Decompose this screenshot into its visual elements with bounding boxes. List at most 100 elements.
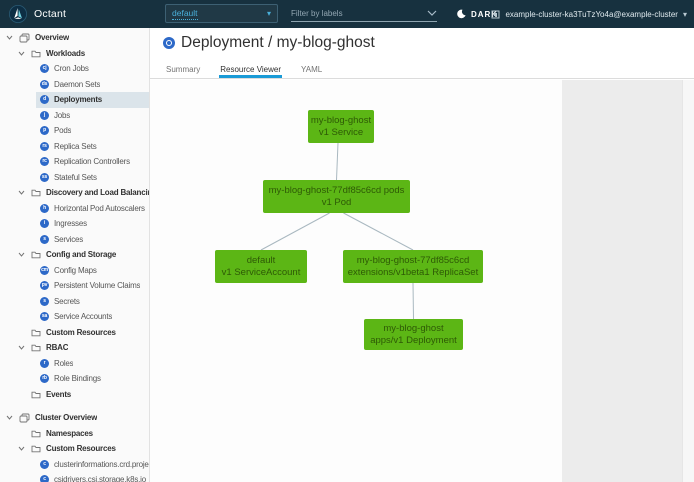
graph-node-replicaset[interactable]: my-blog-ghost-77df85c6cdextensions/v1bet… — [343, 250, 483, 283]
octant-app: Octant default ▾ Filter by labels DARK e… — [0, 0, 694, 482]
sidebar-item-jobs[interactable]: jJobs — [0, 108, 149, 124]
chevron-down-icon — [18, 189, 25, 196]
folder-icon — [31, 188, 41, 197]
sidebar-item-cluster-overview[interactable]: Cluster Overview — [0, 410, 149, 426]
stateful-sets-icon: ss — [40, 173, 49, 182]
graph-node-label-line: v1 ServiceAccount — [215, 267, 307, 279]
jobs-icon: j — [40, 111, 49, 120]
tab-yaml[interactable]: YAML — [300, 65, 323, 78]
graph-node-label-line: apps/v1 Deployment — [364, 335, 463, 347]
sidebar-item-label: Config and Storage — [46, 250, 116, 259]
folder-icon — [31, 343, 41, 352]
role-bindings-icon: rb — [40, 374, 49, 383]
namespace-select[interactable]: default ▾ — [165, 4, 278, 23]
chevron-down-icon — [18, 251, 25, 258]
sidebar-item-label: Replica Sets — [54, 142, 97, 151]
sidebar-item-label: Stateful Sets — [54, 173, 97, 182]
sidebar-item-deployments[interactable]: d Deployments — [0, 92, 149, 108]
cluster-icon — [491, 10, 500, 19]
graph-node-pod[interactable]: my-blog-ghost-77df85c6cd podsv1 Pod — [263, 180, 410, 213]
graph-node-label-line: default — [215, 255, 307, 267]
graph-edge-pod-serviceaccount — [261, 213, 330, 250]
sidebar-item-rbac[interactable]: RBAC — [0, 340, 149, 356]
folder-icon — [31, 250, 41, 259]
sidebar-item-csidrivers-csi-storage-k8s-io[interactable]: ccsidrivers.csi.storage.k8s.io — [0, 472, 149, 482]
sidebar-item-horizontal-pod-autoscalers[interactable]: hHorizontal Pod Autoscalers — [0, 201, 149, 217]
sidebar-item-label: Workloads — [46, 49, 85, 58]
sidebar-item-clusterinformations-crd-projec[interactable]: c clusterinformations.crd.projec — [0, 457, 149, 473]
service-accounts-icon: sa — [40, 312, 49, 321]
sidebar-item-label: Secrets — [54, 297, 80, 306]
deployment-icon — [163, 37, 175, 49]
sidebar-item-config-maps[interactable]: cmConfig Maps — [0, 263, 149, 279]
graph-edge-service-pod — [337, 143, 339, 180]
sidebar-item-label: Pods — [54, 126, 71, 135]
chevron-down-icon — [6, 414, 13, 421]
sidebar-item-label: Custom Resources — [46, 444, 116, 453]
sidebar-item-workloads[interactable]: Workloads — [0, 46, 149, 62]
config-maps-icon: cm — [40, 266, 49, 275]
folder-icon — [31, 250, 41, 259]
graph-node-deployment[interactable]: my-blog-ghostapps/v1 Deployment — [364, 319, 463, 350]
overview-icon — [19, 413, 30, 423]
chevron-down-icon — [18, 445, 25, 452]
sidebar-item-label: Ingresses — [54, 219, 87, 228]
sidebar-item-label: Cluster Overview — [35, 413, 97, 422]
context-selector[interactable]: example-cluster-ka3TuTzYo4a@example-clus… — [491, 0, 687, 28]
namespace-select-value: default — [172, 8, 198, 20]
ingresses-icon: i — [40, 219, 49, 228]
sidebar-item-overview[interactable]: Overview — [0, 30, 149, 46]
daemon-sets-icon: ds — [40, 80, 49, 89]
sidebar-item-label: Replication Controllers — [54, 157, 130, 166]
sidebar-item-replication-controllers[interactable]: rc Replication Controllers — [0, 154, 149, 170]
sidebar-item-config-and-storage[interactable]: Config and Storage — [0, 247, 149, 263]
graph-node-label-line: my-blog-ghost-77df85c6cd pods — [263, 185, 410, 197]
replication-controllers-icon: rc — [40, 157, 49, 166]
sidebar-item-label: clusterinformations.crd.projec — [54, 460, 149, 469]
graph-node-serviceaccount[interactable]: defaultv1 ServiceAccount — [215, 250, 307, 283]
app-header: Octant default ▾ Filter by labels DARK e… — [0, 0, 694, 28]
tab-bar: Summary Resource Viewer YAML — [150, 61, 694, 79]
sidebar-item-discovery-and-load-balancing[interactable]: Discovery and Load Balancing — [0, 185, 149, 201]
graph-edge-pod-replicaset — [344, 213, 414, 250]
folder-icon — [31, 328, 41, 337]
roles-icon: r — [40, 359, 49, 368]
deployments-icon: d — [40, 95, 49, 104]
sidebar-item-replica-sets[interactable]: rsReplica Sets — [0, 139, 149, 155]
chevron-down-icon: ▾ — [683, 10, 687, 19]
sidebar-item-label: Daemon Sets — [54, 80, 100, 89]
sidebar-item-events[interactable]: Events — [0, 387, 149, 403]
sidebar-item-stateful-sets[interactable]: ss Stateful Sets — [0, 170, 149, 186]
sidebar-item-ingresses[interactable]: i Ingresses — [0, 216, 149, 232]
sidebar-item-daemon-sets[interactable]: ds Daemon Sets — [0, 77, 149, 93]
sidebar-item-service-accounts[interactable]: sa Service Accounts — [0, 309, 149, 325]
sidebar-item-custom-resources[interactable]: Custom Resources — [0, 441, 149, 457]
sidebar-item-roles[interactable]: rRoles — [0, 356, 149, 372]
tab-resource-viewer[interactable]: Resource Viewer — [219, 65, 282, 78]
custom-resource-icon: c — [40, 460, 49, 469]
sidebar-item-custom-resources[interactable]: Custom Resources — [0, 325, 149, 341]
scrollbar-track[interactable] — [682, 80, 694, 482]
label-filter-input[interactable]: Filter by labels — [291, 5, 437, 22]
sidebar-item-persistent-volume-claims[interactable]: pvPersistent Volume Claims — [0, 278, 149, 294]
chevron-down-icon — [18, 344, 25, 351]
sidebar-nav: OverviewWorkloadscjCron JobsdsDaemon Set… — [0, 28, 150, 482]
sidebar-item-label: Namespaces — [46, 429, 93, 438]
sidebar-item-cron-jobs[interactable]: cjCron Jobs — [0, 61, 149, 77]
sidebar-item-pods[interactable]: pPods — [0, 123, 149, 139]
sidebar-item-label: Deployments — [54, 95, 102, 104]
sidebar-item-services[interactable]: sServices — [0, 232, 149, 248]
graph-node-label-line: v1 Pod — [263, 197, 410, 209]
sidebar-item-label: Service Accounts — [54, 312, 112, 321]
graph-node-label-line: my-blog-ghost-77df85c6cd — [343, 255, 483, 267]
sidebar-item-namespaces[interactable]: Namespaces — [0, 426, 149, 442]
main-content: Deployment / my-blog-ghost SummaryResour… — [150, 28, 694, 482]
folder-icon — [31, 49, 41, 58]
sidebar-item-secrets[interactable]: sSecrets — [0, 294, 149, 310]
graph-node-service[interactable]: my-blog-ghostv1 Service — [308, 110, 374, 143]
custom-resource-icon: c — [40, 475, 49, 482]
sidebar-item-label: Cron Jobs — [54, 64, 89, 73]
sidebar-item-role-bindings[interactable]: rbRole Bindings — [0, 371, 149, 387]
sidebar-item-label: Overview — [35, 33, 69, 42]
tab-summary[interactable]: Summary — [165, 65, 201, 78]
